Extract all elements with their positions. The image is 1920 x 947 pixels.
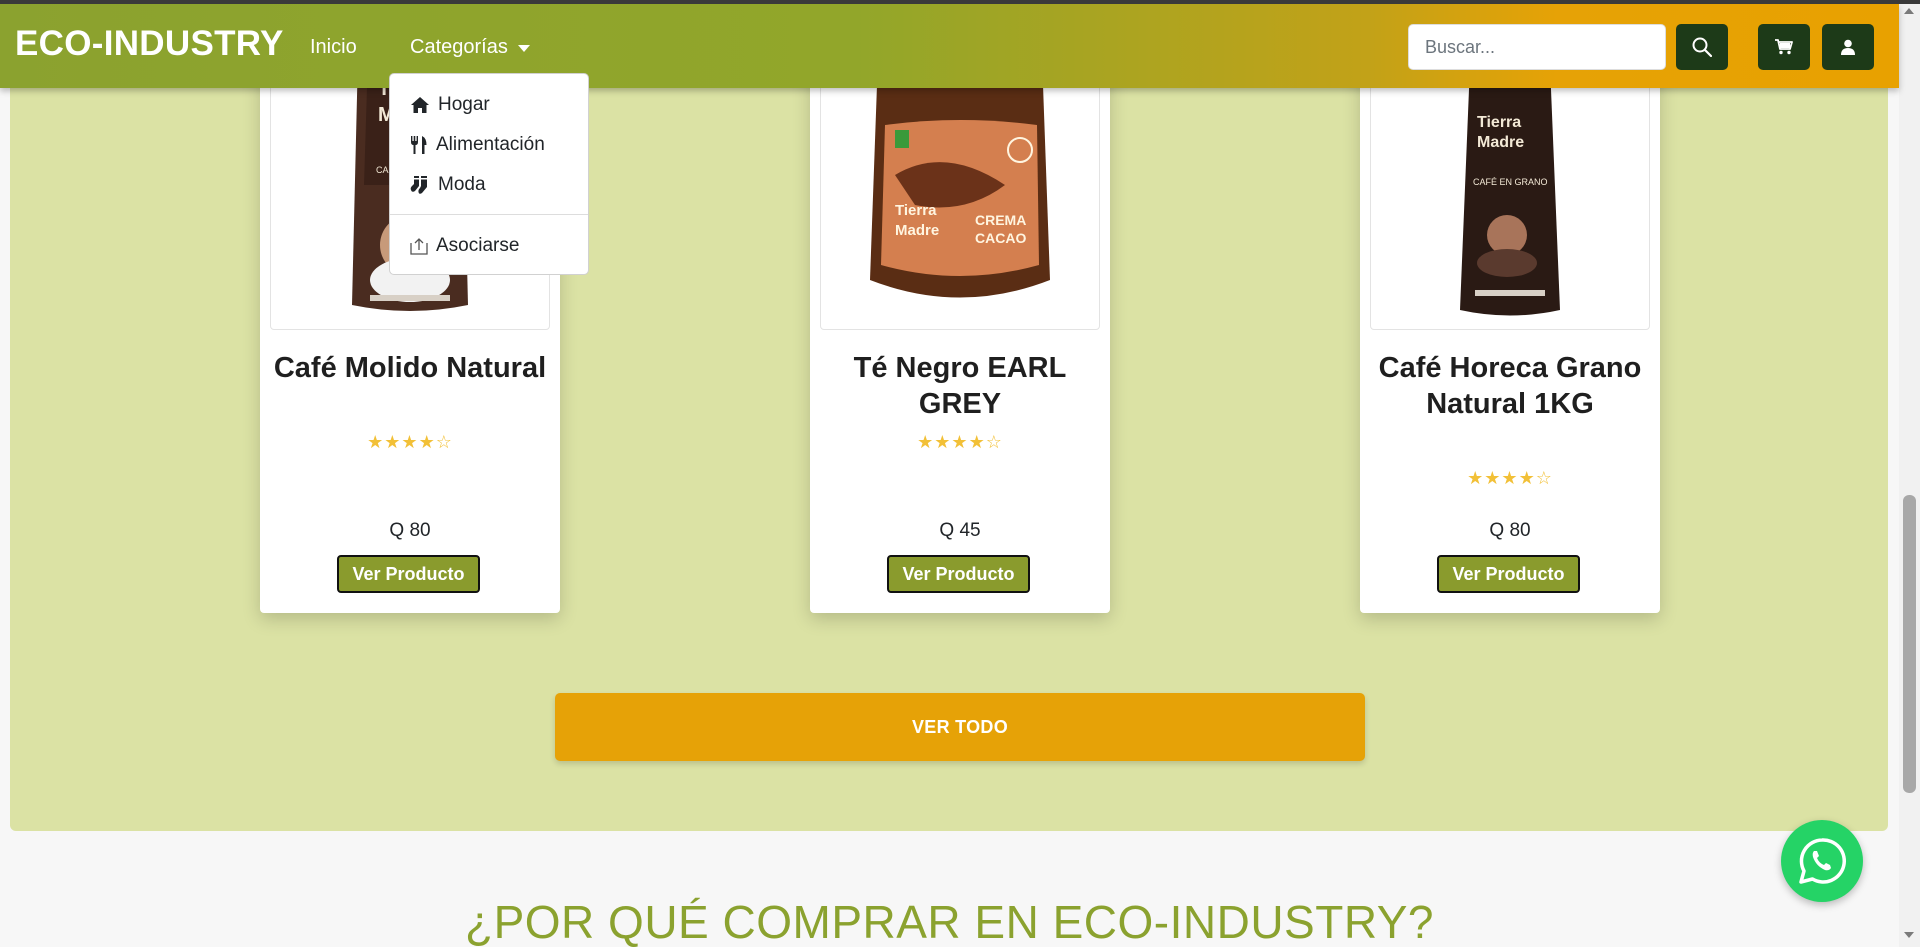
svg-text:Tierra: Tierra [895, 202, 937, 219]
view-product-button[interactable]: Ver Producto [337, 555, 480, 593]
dropdown-item-label: Alimentación [436, 134, 545, 155]
view-all-button[interactable]: VER TODO [555, 693, 1365, 761]
dropdown-item-moda[interactable]: Moda [410, 174, 486, 196]
brand-logo[interactable]: ECO-INDUSTRY [15, 24, 284, 64]
nav-link-categories-label: Categorías [410, 36, 508, 58]
product-price: Q 80 [389, 520, 431, 541]
view-product-button[interactable]: Ver Producto [887, 555, 1030, 593]
whatsapp-icon [1799, 838, 1846, 884]
user-icon [1841, 39, 1855, 55]
share-icon [410, 238, 428, 255]
scroll-up-arrow-icon[interactable] [1904, 8, 1914, 14]
svg-text:Tierra: Tierra [1477, 114, 1521, 131]
search-icon [1692, 37, 1712, 57]
product-image-coffee-beans-bag[interactable]: Tierra Madre CAFÉ EN GRANO [1370, 60, 1650, 330]
product-title: Café Horeca Grano Natural 1KG [1378, 352, 1642, 420]
product-price: Q 45 [939, 520, 981, 541]
scrollbar-thumb[interactable] [1903, 495, 1916, 793]
cocoa-jar-image: Tierra Madre CREMA CACAO [870, 65, 1050, 298]
socks-icon [410, 176, 427, 194]
product-title: Té Negro EARL GREY [853, 352, 1067, 420]
whatsapp-button[interactable] [1781, 820, 1863, 902]
cart-icon [1775, 39, 1793, 55]
dropdown-item-hogar[interactable]: Hogar [410, 94, 490, 116]
svg-text:CAFÉ EN GRANO: CAFÉ EN GRANO [1473, 177, 1548, 187]
dropdown-divider [390, 214, 588, 215]
coffee-beans-bag-image: Tierra Madre CAFÉ EN GRANO [1460, 65, 1560, 316]
view-product-button[interactable]: Ver Producto [1437, 555, 1580, 593]
product-rating: ★★★★☆ [917, 432, 1003, 452]
caret-down-icon [517, 45, 530, 52]
utensils-icon [411, 136, 427, 154]
why-buy-heading: ¿POR QUÉ COMPRAR EN ECO-INDUSTRY? [465, 896, 1434, 947]
top-navbar: ECO-INDUSTRY Inicio Categorías [0, 4, 1899, 88]
svg-text:Madre: Madre [895, 222, 939, 239]
nav-link-categories[interactable]: Categorías [410, 36, 530, 59]
nav-link-home[interactable]: Inicio [310, 36, 357, 59]
user-button[interactable] [1822, 24, 1874, 70]
dropdown-item-label: Asociarse [436, 235, 520, 256]
product-card: Tierra Madre CAFÉ EN GRANO Café Horeca G… [1360, 60, 1660, 613]
svg-text:CACAO: CACAO [975, 230, 1026, 246]
product-rating: ★★★★☆ [1467, 468, 1553, 488]
product-card: Tierra Madre CREMA CACAO Té Negro EARL G… [810, 60, 1110, 613]
search-input[interactable] [1408, 24, 1666, 70]
svg-text:CREMA: CREMA [975, 212, 1026, 228]
scroll-down-arrow-icon[interactable] [1904, 932, 1914, 938]
page-scrollbar[interactable] [1899, 0, 1920, 947]
search-button[interactable] [1676, 24, 1728, 70]
product-rating: ★★★★☆ [367, 432, 453, 452]
dropdown-item-label: Hogar [438, 94, 490, 115]
dropdown-item-asociarse[interactable]: Asociarse [410, 235, 519, 257]
dropdown-item-label: Moda [438, 174, 486, 195]
window-top-border [0, 0, 1920, 4]
product-title: Café Molido Natural [273, 352, 547, 384]
cart-button[interactable] [1758, 24, 1810, 70]
featured-products-section: Ti M CAFÉ Café Molido Natural ★★★★☆ Q 80… [10, 0, 1888, 831]
categories-dropdown-menu: Hogar Alimentación Moda Asociarse [389, 73, 589, 275]
product-price: Q 80 [1489, 520, 1531, 541]
dropdown-item-alimentacion[interactable]: Alimentación [410, 134, 545, 156]
svg-text:Madre: Madre [1477, 134, 1524, 151]
product-image-cocoa-jar[interactable]: Tierra Madre CREMA CACAO [820, 60, 1100, 330]
home-icon [411, 97, 429, 113]
